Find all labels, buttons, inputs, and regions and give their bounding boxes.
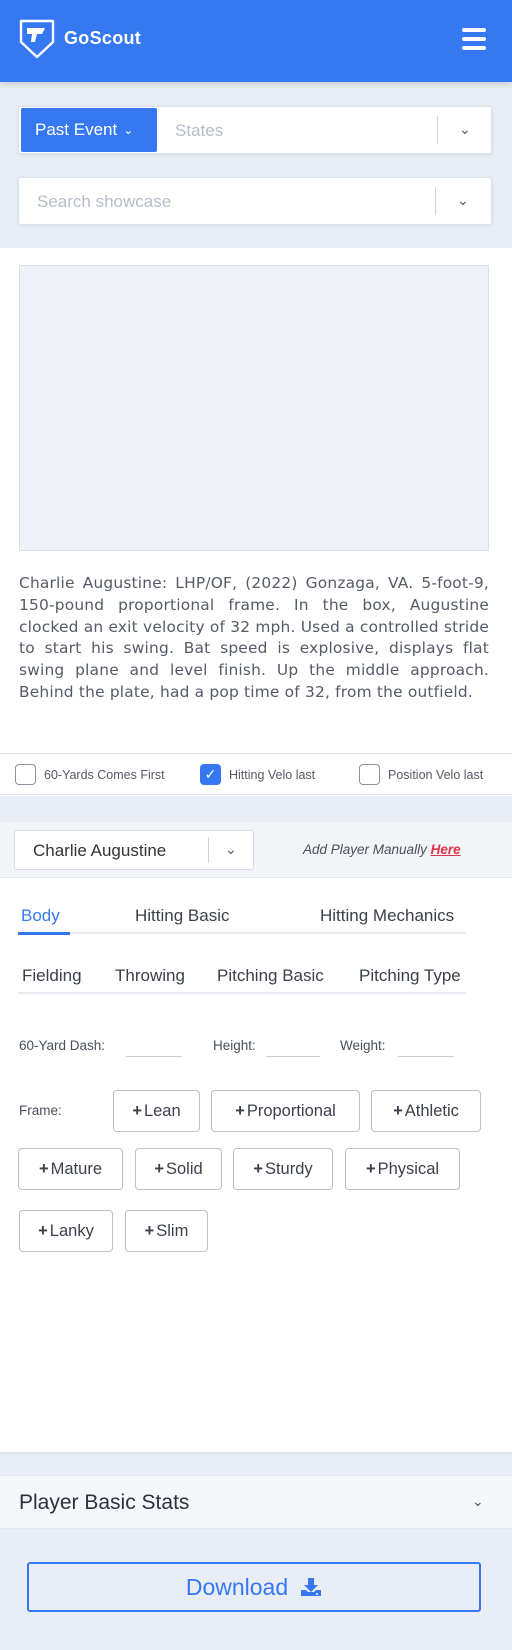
checkbox-60-yards-first[interactable]: 60-Yards Comes First — [15, 764, 165, 785]
add-player-manually: Add Player Manually Here — [303, 842, 461, 857]
top-navbar: GoScout — [0, 0, 512, 82]
order-options: 60-Yards Comes First ✓ Hitting Velo last… — [0, 753, 512, 795]
frame-option-proportional[interactable]: + Proportional — [211, 1090, 360, 1132]
frame-option-label: Solid — [165, 1159, 203, 1178]
frame-option-slim[interactable]: + Slim — [125, 1210, 208, 1252]
category-tabs-secondary: Fielding Throwing Pitching Basic Pitchin… — [18, 958, 466, 994]
dash-label: 60-Yard Dash: — [19, 1038, 106, 1053]
add-player-link[interactable]: Here — [431, 842, 461, 857]
stats-title: Player Basic Stats — [19, 1491, 190, 1514]
frame-label: Frame: — [19, 1103, 62, 1118]
frame-option-physical[interactable]: + Physical — [345, 1148, 460, 1190]
player-selector-bar: Charlie Augustine ⌄ Add Player Manually … — [0, 822, 512, 878]
dash-input[interactable] — [126, 1056, 182, 1057]
category-tabs-primary: Body Hitting Basic Hitting Mechanics — [18, 898, 466, 935]
add-player-text: Add Player Manually — [303, 842, 427, 857]
checkmark-icon: ✓ — [200, 764, 221, 785]
hamburger-menu-icon[interactable] — [462, 28, 490, 52]
tab-throwing[interactable]: Throwing — [115, 966, 185, 986]
frame-option-label: Slim — [156, 1221, 189, 1240]
frame-option-label: Lanky — [49, 1221, 94, 1240]
divider — [437, 116, 438, 144]
tab-hitting-basic[interactable]: Hitting Basic — [135, 906, 229, 926]
tab-pitching-type[interactable]: Pitching Type — [359, 966, 461, 986]
chevron-down-icon: ⌄ — [472, 1493, 484, 1509]
checkbox-box — [15, 764, 36, 785]
frame-option-solid[interactable]: + Solid — [135, 1148, 222, 1190]
past-event-label: Past Event — [35, 120, 118, 139]
frame-option-athletic[interactable]: + Athletic — [371, 1090, 481, 1132]
brand-name[interactable]: GoScout — [64, 28, 141, 49]
chevron-down-icon[interactable]: ⌄ — [457, 192, 469, 209]
frame-option-label: Physical — [377, 1159, 440, 1178]
plus-icon: + — [39, 1159, 49, 1178]
frame-option-sturdy[interactable]: + Sturdy — [233, 1148, 333, 1190]
frame-option-label: Mature — [50, 1159, 102, 1178]
tab-fielding[interactable]: Fielding — [22, 966, 82, 986]
download-icon — [301, 1578, 322, 1596]
frame-option-label: Lean — [143, 1101, 181, 1120]
search-showcase-input[interactable]: Search showcase — [37, 192, 171, 212]
plus-icon: + — [144, 1221, 155, 1240]
download-button[interactable]: Download — [27, 1562, 481, 1612]
event-states-filter: Past Event ⌄ States ⌄ — [18, 106, 492, 154]
plus-icon: + — [393, 1101, 403, 1120]
tab-pitching-basic[interactable]: Pitching Basic — [217, 966, 324, 986]
scouting-report-text: Charlie Augustine: LHP/OF, (2022) Gonzag… — [19, 574, 489, 701]
frame-option-label: Athletic — [404, 1101, 459, 1120]
section-gap — [0, 796, 512, 822]
checkbox-box — [359, 764, 380, 785]
player-select-value: Charlie Augustine — [33, 841, 167, 860]
divider — [208, 837, 209, 863]
player-select[interactable]: Charlie Augustine ⌄ — [14, 830, 254, 870]
frame-option-lanky[interactable]: + Lanky — [19, 1210, 113, 1252]
plus-icon: + — [132, 1101, 142, 1120]
plus-icon: + — [365, 1159, 376, 1178]
height-label: Height: — [213, 1038, 256, 1053]
plus-icon: + — [154, 1159, 164, 1178]
plus-icon: + — [253, 1159, 263, 1178]
active-tab-indicator — [18, 932, 70, 935]
tab-hitting-mechanics[interactable]: Hitting Mechanics — [320, 906, 454, 926]
divider — [435, 187, 436, 215]
video-placeholder[interactable] — [19, 265, 489, 551]
player-basic-stats-accordion[interactable]: Player Basic Stats ⌄ — [0, 1475, 512, 1529]
frame-option-mature[interactable]: + Mature — [18, 1148, 123, 1190]
past-event-button[interactable]: Past Event ⌄ — [21, 108, 157, 152]
chevron-down-icon: ⌄ — [225, 841, 237, 857]
plus-icon: + — [38, 1221, 48, 1240]
chevron-down-icon[interactable]: ⌄ — [459, 121, 471, 138]
plus-icon: + — [235, 1101, 245, 1120]
frame-option-label: Proportional — [246, 1101, 336, 1120]
weight-label: Weight: — [340, 1038, 386, 1053]
checkbox-label: Position Velo last — [388, 767, 484, 782]
report-panel: Charlie Augustine: LHP/OF, (2022) Gonzag… — [0, 248, 512, 1452]
download-label: Download — [185, 1573, 289, 1600]
chevron-down-icon: ⌄ — [123, 123, 134, 137]
brand-logo-icon[interactable] — [18, 18, 56, 60]
tab-body[interactable]: Body — [21, 906, 60, 926]
checkbox-position-velo-last[interactable]: Position Velo last — [359, 764, 483, 785]
checkbox-hitting-velo-last[interactable]: ✓ Hitting Velo last — [200, 764, 315, 785]
frame-option-label: Sturdy — [264, 1159, 313, 1178]
checkbox-label: Hitting Velo last — [229, 767, 316, 782]
height-input[interactable] — [266, 1056, 320, 1057]
showcase-search-filter: Search showcase ⌄ — [18, 177, 492, 225]
frame-option-lean[interactable]: + Lean — [113, 1090, 200, 1132]
weight-input[interactable] — [398, 1056, 454, 1057]
checkbox-label: 60-Yards Comes First — [44, 767, 165, 782]
states-select[interactable]: States — [175, 121, 223, 141]
